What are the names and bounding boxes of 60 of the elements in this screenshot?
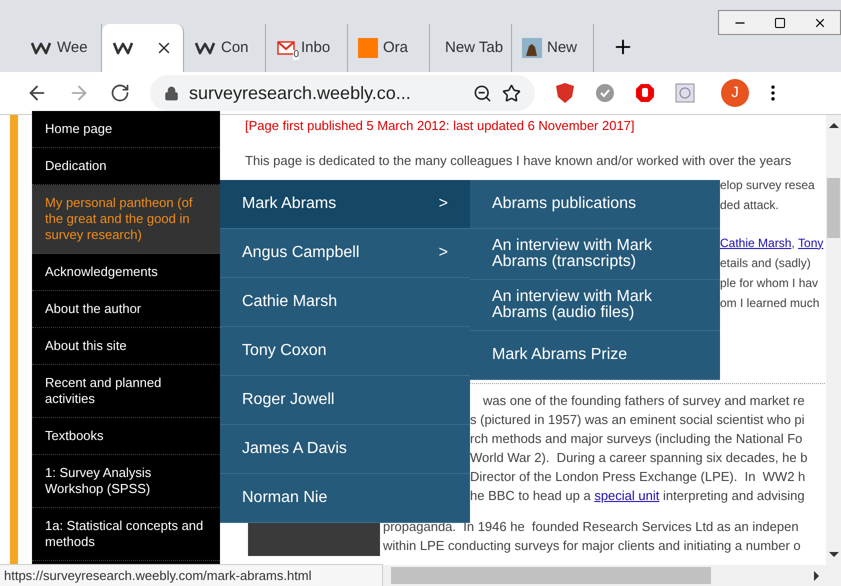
shield-icon[interactable] xyxy=(555,82,575,104)
unread-count: 0 xyxy=(293,50,299,60)
menu-item[interactable]: Mark Abrams > xyxy=(220,180,470,229)
restore-icon[interactable] xyxy=(774,16,786,28)
body-text: ple for whom I hav xyxy=(720,274,818,292)
body-text: ded attack. xyxy=(720,196,779,214)
tab-title: Con xyxy=(221,38,249,58)
dog-picture-icon xyxy=(522,38,542,58)
sidebar-item[interactable]: My personal pantheon (of the great and the good in survey research) xyxy=(32,185,220,254)
menu-item[interactable]: Roger Jowell xyxy=(220,376,470,425)
body-text: rch methods and major surveys (including the National Fo xyxy=(470,430,802,448)
scroll-right-icon[interactable] xyxy=(814,570,819,580)
scroll-thumb[interactable] xyxy=(391,567,711,584)
menu-item[interactable]: An interview with Mark Abrams (audio files) xyxy=(470,280,720,331)
extension-icon[interactable] xyxy=(675,83,695,103)
tab-title: Inbo xyxy=(301,38,330,58)
body-text: elop survey resea xyxy=(720,176,815,194)
menu-item[interactable]: Mark Abrams Prize xyxy=(470,331,720,380)
body-text: s (pictured in 1957) was an eminent social scientist who pi xyxy=(470,411,805,430)
text-link[interactable]: Cathie Marsh xyxy=(720,234,792,252)
square-logo-icon xyxy=(358,38,378,58)
menu-item[interactable]: An interview with Mark Abrams (transcripts) xyxy=(470,229,720,280)
stop-hand-icon[interactable] xyxy=(635,83,655,103)
scroll-down-icon[interactable] xyxy=(828,552,838,557)
profile-avatar[interactable]: J xyxy=(721,79,749,107)
tab-title: Ora xyxy=(383,38,408,58)
scroll-up-icon[interactable] xyxy=(828,123,838,128)
body-text: interpreting and advising xyxy=(662,487,805,506)
body-text: within LPE conducting surveys for major clients and initiating a number o xyxy=(383,537,801,556)
status-bar: https://surveyresearch.weebly.com/mark-abrams.html xyxy=(0,564,383,586)
url-text: surveyresearch.weebly.co... xyxy=(189,82,411,105)
body-text: World War 2). During a career spanning six decades, he b xyxy=(470,449,808,468)
tab-title: New xyxy=(547,38,578,58)
body-text: om I learned much xyxy=(720,294,820,312)
address-bar[interactable]: surveyresearch.weebly.co... xyxy=(150,75,535,111)
body-text: Director of the London Press Exchange (LPE). In WW2 h xyxy=(470,468,806,486)
lock-icon xyxy=(164,86,179,100)
sidebar-item[interactable]: Home page xyxy=(32,111,220,148)
body-text: he BBC to head up a xyxy=(470,487,592,506)
intro-text: This page is dedicated to the many colleagues I have known and/or worked with over the years xyxy=(245,152,792,170)
tab-title: Wee xyxy=(57,38,88,58)
menu-item[interactable]: Norman Nie xyxy=(220,474,470,523)
body-text: was one of the founding fathers of survey and market re xyxy=(483,392,805,410)
body-text: etails and (sadly) xyxy=(720,254,811,272)
menu-item[interactable]: James A Davis xyxy=(220,425,470,474)
scroll-thumb[interactable] xyxy=(827,178,840,238)
w-logo-icon xyxy=(112,40,134,56)
browser-tab[interactable] xyxy=(102,24,184,72)
w-logo-icon xyxy=(30,40,52,56)
tab-title: New Tab xyxy=(445,38,504,58)
text-link[interactable]: Tony xyxy=(798,234,824,252)
text-link[interactable]: special unit xyxy=(594,486,660,506)
zoom-out-icon[interactable] xyxy=(473,84,492,102)
body-text: , xyxy=(791,234,796,252)
menu-item[interactable]: Abrams publications xyxy=(470,180,720,229)
bookmark-icon[interactable] xyxy=(502,84,521,102)
date-line: [Page first published 5 March 2012: last updated 6 November 2017] xyxy=(245,117,635,135)
w-logo-icon xyxy=(194,40,216,56)
check-circle-icon[interactable] xyxy=(595,83,615,103)
reload-icon[interactable] xyxy=(110,83,130,103)
